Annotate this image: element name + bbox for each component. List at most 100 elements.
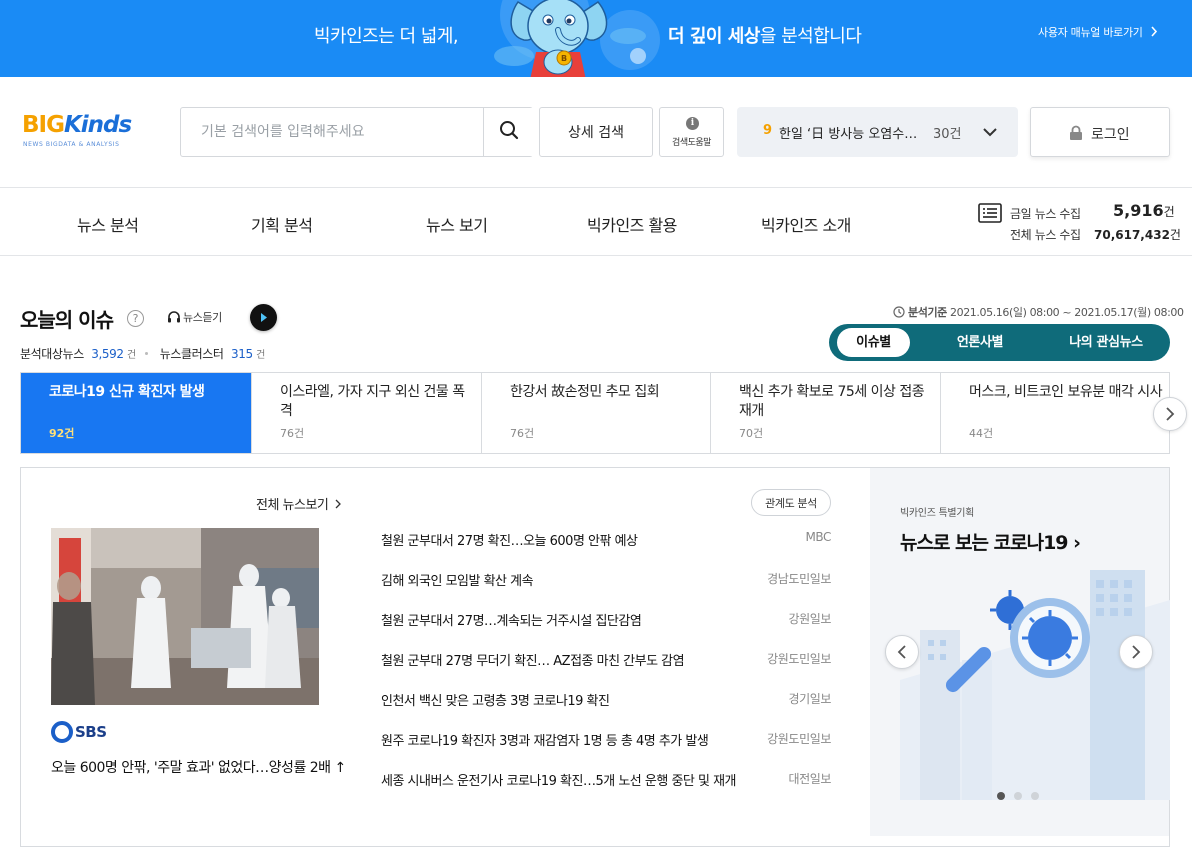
segment-by-issue[interactable]: 이슈별	[837, 328, 910, 357]
issue-tab[interactable]: 이스라엘, 가자 지구 외신 건물 폭격 76건	[252, 373, 482, 453]
chevron-right-icon	[1132, 645, 1141, 659]
banner-text-rest: 을 분석합니다	[759, 26, 862, 47]
issue-tab-count: 70건	[739, 427, 764, 440]
carousel-dots	[997, 792, 1045, 802]
special-feature-title-text: 뉴스로 보는 코로나19	[900, 532, 1069, 554]
issue-tab-count: 76건	[510, 427, 535, 440]
nav-news-analysis[interactable]: 뉴스 분석	[77, 212, 139, 236]
issue-segment-control: 이슈별 언론사별 나의 관심뉴스	[829, 324, 1170, 361]
question-icon[interactable]: ?	[127, 310, 144, 327]
basis-label: 분석기준	[908, 306, 947, 319]
news-press: 경기일보	[788, 692, 831, 706]
issue-tabs: 코로나19 신규 확진자 발생 92건 이스라엘, 가자 지구 외신 건물 폭격…	[20, 372, 1170, 454]
special-feature-title[interactable]: 뉴스로 보는 코로나19 ›	[900, 528, 1081, 555]
issue-tab-title: 백신 추가 확보로 75세 이상 접종 재개	[739, 384, 925, 419]
analysis-basis: 분석기준 2021.05.16(일) 08:00 ~ 2021.05.17(월)…	[893, 304, 1184, 320]
news-headline: 원주 코로나19 확진자 3명과 재감염자 1명 등 총 4명 추가 발생	[381, 734, 709, 749]
target-news-value: 3,592	[91, 347, 124, 361]
search-icon	[499, 121, 518, 140]
nav-bigkinds-intro[interactable]: 빅카인즈 소개	[761, 212, 851, 236]
cluster-unit: 건	[256, 350, 265, 361]
news-list-item[interactable]: 철원 군부대서 27명…계속되는 거주시설 집단감염 강원일보	[381, 610, 831, 632]
carousel-dot[interactable]	[1031, 792, 1039, 800]
all-news-link[interactable]: 전체 뉴스보기	[256, 494, 342, 513]
news-list-item[interactable]: 세종 시내버스 운전기사 코로나19 확진…5개 노선 운행 중단 및 재개 대…	[381, 770, 831, 792]
news-photo-image	[51, 528, 319, 705]
mascot-badge-letter: B	[561, 54, 567, 63]
news-list-item[interactable]: 원주 코로나19 확진자 3명과 재감염자 1명 등 총 4명 추가 발생 강원…	[381, 730, 831, 752]
user-manual-label: 사용자 매뉴얼 바로가기	[1038, 26, 1143, 39]
user-manual-link[interactable]: 사용자 매뉴얼 바로가기	[1038, 24, 1159, 40]
todays-issue-title: 오늘의 이슈	[20, 308, 114, 332]
login-button[interactable]: 로그인	[1030, 107, 1170, 157]
banner-text-left: 빅카인즈는 더 넓게,	[314, 26, 459, 47]
issue-tab-count: 44건	[969, 427, 994, 440]
news-press: MBC	[805, 530, 831, 544]
tabs-next-button[interactable]	[1153, 397, 1187, 431]
issue-tab[interactable]: 코로나19 신규 확진자 발생 92건	[21, 373, 252, 453]
photo-caption[interactable]: 오늘 600명 안팎, '주말 효과' 없었다…양성률 2배 ↑	[51, 757, 351, 780]
special-feature-title-arrow: ›	[1073, 532, 1081, 554]
play-button[interactable]	[250, 304, 277, 331]
today-collect-label: 금일 뉴스 수집	[1010, 207, 1081, 221]
chevron-right-icon	[1151, 26, 1157, 37]
issue-tab[interactable]: 머스크, 비트코인 보유분 매각 시사 44건	[941, 373, 1169, 453]
bigkinds-logo[interactable]: BIGKinds NEWS BIGDATA & ANALYSIS	[22, 108, 152, 154]
carousel-dot[interactable]	[997, 792, 1005, 800]
issue-tab-count: 76건	[280, 427, 305, 440]
search-input[interactable]	[181, 108, 481, 156]
trend-keyword: 한일 ‘日 방사능 오염수’ 갈등	[779, 127, 919, 142]
news-list-item[interactable]: 인천서 백신 맞은 고령층 3명 코로나19 확진 경기일보	[381, 690, 831, 712]
news-list-item[interactable]: 철원 군부대서 27명 확진…오늘 600명 안팎 예상 MBC	[381, 530, 831, 552]
issue-tab[interactable]: 한강서 故손정민 추모 집회 76건	[482, 373, 711, 453]
nav-bigkinds-use[interactable]: 빅카인즈 활용	[587, 212, 677, 236]
sbs-logo-mark	[51, 721, 73, 743]
news-list-item[interactable]: 철원 군부대 27명 무더기 확진… AZ접종 마친 간부도 감염 강원도민일보	[381, 650, 831, 672]
chevron-down-icon	[983, 128, 997, 137]
segment-my-interest[interactable]: 나의 관심뉴스	[1051, 328, 1161, 357]
search-help-button[interactable]: i 검색도움말	[659, 107, 724, 157]
divider	[0, 187, 1192, 188]
target-news-label: 분석대상뉴스	[20, 347, 84, 361]
news-stats-icon	[978, 203, 1002, 223]
news-press: 대전일보	[788, 772, 831, 786]
issue-tab[interactable]: 백신 추가 확보로 75세 이상 접종 재개 70건	[711, 373, 941, 453]
news-press: 경남도민일보	[767, 572, 831, 586]
issue-tab-title: 코로나19 신규 확진자 발생	[49, 384, 205, 400]
total-collect-number: 70,617,432	[1094, 228, 1170, 242]
issue-tab-count: 92건	[49, 427, 75, 440]
trend-count: 30건	[933, 127, 962, 142]
news-photo[interactable]	[51, 528, 319, 705]
special-next-button[interactable]	[1119, 635, 1153, 669]
all-news-label: 전체 뉴스보기	[256, 498, 329, 513]
segment-by-press[interactable]: 언론사별	[939, 328, 1021, 357]
news-headline: 세종 시내버스 운전기사 코로나19 확진…5개 노선 운행 중단 및 재개	[381, 774, 737, 789]
search-button[interactable]	[483, 108, 533, 156]
news-press: 강원일보	[788, 612, 831, 626]
relation-analysis-button[interactable]: 관계도 분석	[751, 489, 831, 516]
chevron-right-icon	[335, 499, 341, 509]
search-box	[180, 107, 533, 157]
banner-text-bold: 더 깊이 세상	[668, 26, 760, 47]
carousel-dot[interactable]	[1014, 792, 1022, 800]
news-list-item[interactable]: 김해 외국인 모임발 확산 계속 경남도민일보	[381, 570, 831, 592]
today-collect-value: 5,916건	[1113, 201, 1175, 220]
total-collect-label: 전체 뉴스 수집	[1010, 228, 1081, 242]
nav-planned-analysis[interactable]: 기획 분석	[251, 212, 313, 236]
special-prev-button[interactable]	[885, 635, 919, 669]
elephant-mascot-icon: B	[494, 0, 646, 77]
listen-news-label: 뉴스듣기	[183, 311, 222, 324]
separator-dot	[145, 351, 149, 355]
chevron-right-icon	[1166, 407, 1175, 421]
listen-news-button[interactable]: 뉴스듣기	[167, 309, 222, 325]
issue-tab-title: 이스라엘, 가자 지구 외신 건물 폭격	[280, 384, 465, 419]
basis-period: 2021.05.16(일) 08:00 ~ 2021.05.17(월) 08:0…	[950, 306, 1184, 319]
issue-tab-title: 한강서 故손정민 추모 집회	[510, 384, 660, 400]
trending-keyword-dropdown[interactable]: 9 한일 ‘日 방사능 오염수’ 갈등 30건	[737, 107, 1018, 157]
detail-search-button[interactable]: 상세 검색	[539, 107, 653, 157]
top-banner[interactable]: 빅카인즈는 더 넓게, B 더 깊이 세상을 분석합니다 사용자 매뉴얼 바로가…	[0, 0, 1192, 77]
headphones-icon	[168, 311, 180, 323]
login-label: 로그인	[1091, 127, 1130, 143]
target-news-unit: 건	[127, 350, 136, 361]
nav-news-view[interactable]: 뉴스 보기	[426, 212, 488, 236]
